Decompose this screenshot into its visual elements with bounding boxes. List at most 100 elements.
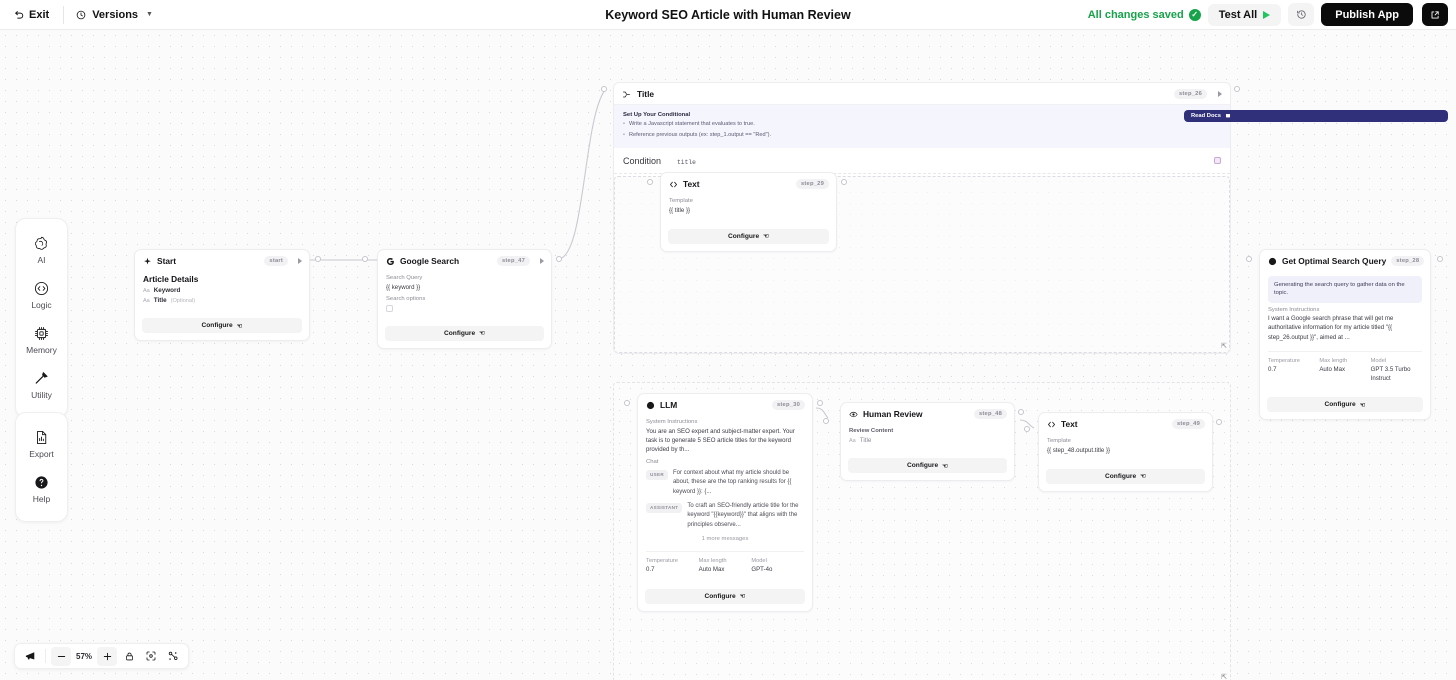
conditional-condition-row[interactable]: Condition title (614, 148, 1230, 174)
chat-role-badge: USER (646, 469, 668, 480)
llm-chat-message[interactable]: USER For context about what my article s… (646, 469, 804, 498)
versions-button[interactable]: Versions ▼ (64, 0, 165, 30)
node-llm-title: LLM (660, 400, 678, 410)
node-optimal-query-configure-button[interactable]: Configure ☜ (1267, 397, 1423, 413)
node-text-output[interactable]: Text step_49 Template {{ step_48.output.… (1038, 412, 1213, 492)
text-type-tag: Aa (849, 437, 856, 444)
run-history-button[interactable] (1288, 3, 1315, 26)
node-text-output-badge: step_49 (1172, 419, 1205, 429)
template-value[interactable]: {{ title }} (669, 206, 828, 215)
port-human-review-out-secondary[interactable] (1024, 426, 1030, 432)
zoom-out-button[interactable] (51, 646, 71, 666)
node-text-inner-badge: step_29 (796, 179, 829, 189)
port-text-inner-out[interactable] (841, 179, 847, 185)
port-conditional-out[interactable] (1234, 86, 1240, 92)
port-llm-in[interactable] (624, 400, 630, 406)
port-llm-out-secondary[interactable] (823, 418, 829, 424)
llm-params: Temperature 0.7 Max length Auto Max Mode… (646, 551, 804, 575)
tool-palette-primary: AI Logic Memory Utility (15, 218, 68, 418)
condition-label: Condition (623, 155, 662, 166)
lock-canvas-button[interactable] (119, 647, 139, 666)
plus-icon (103, 652, 111, 660)
node-human-review[interactable]: Human Review step_48 Review Content Aa T… (840, 402, 1015, 481)
node-start[interactable]: Start start Article Details Aa Keyword A… (134, 249, 310, 341)
test-all-button[interactable]: Test All (1207, 3, 1282, 26)
search-query-value[interactable]: {{ keyword }} (386, 283, 543, 292)
external-link-icon (1431, 10, 1439, 18)
cursor-click-icon: ☜ (763, 233, 769, 241)
search-options-checkbox[interactable] (386, 304, 393, 312)
palette-item-help[interactable]: Help (16, 467, 67, 512)
llm-more-messages[interactable]: 1 more messages (646, 536, 804, 542)
cursor-click-icon: ☜ (479, 330, 485, 338)
node-start-run-button[interactable] (298, 258, 302, 264)
zoom-level[interactable]: 57% (73, 652, 95, 661)
tidy-layout-button[interactable] (163, 647, 183, 666)
publish-share-button[interactable] (1422, 3, 1448, 26)
node-start-configure-button[interactable]: Configure ☜ (142, 318, 302, 333)
node-text-output-header: Text step_49 (1039, 413, 1212, 434)
condition-value[interactable]: title (677, 159, 696, 166)
template-label: Template (1047, 438, 1071, 444)
node-llm[interactable]: LLM step_30 System Instructions You are … (637, 393, 813, 612)
palette-item-export[interactable]: Export (16, 422, 67, 467)
review-content-field[interactable]: Aa Title (849, 437, 1006, 444)
node-google-search-body: Search Query {{ keyword }} Search option… (378, 275, 551, 319)
port-human-review-out[interactable] (1018, 409, 1024, 415)
node-llm-configure-button[interactable]: Configure ☜ (645, 588, 805, 604)
node-text-inner-configure-button[interactable]: Configure ☜ (668, 228, 829, 244)
port-search-out[interactable] (556, 256, 562, 262)
node-human-review-configure-button[interactable]: Configure ☜ (848, 458, 1007, 473)
system-instructions-value[interactable]: I want a Google search phrase that will … (1268, 314, 1422, 342)
fit-view-button[interactable] (141, 647, 161, 666)
start-input-keyword[interactable]: Aa Keyword (143, 287, 301, 294)
port-conditional-in[interactable] (601, 86, 607, 92)
port-search-in[interactable] (362, 256, 368, 262)
conditional-run-button[interactable] (1218, 91, 1222, 97)
read-docs-button[interactable]: Read Docs (1184, 110, 1448, 122)
publish-app-button[interactable]: Publish App (1321, 3, 1413, 26)
node-text-inner[interactable]: Text step_29 Template {{ title }} Config… (660, 172, 837, 252)
port-start-out[interactable] (315, 256, 321, 262)
port-optimal-query-in[interactable] (1246, 256, 1252, 262)
port-text-inner-in[interactable] (647, 179, 653, 185)
history-clock-icon (1296, 10, 1306, 19)
node-google-search-run-button[interactable] (540, 258, 544, 264)
lower-zone-resize-handle[interactable]: ⇱ (1221, 673, 1227, 680)
palette-item-logic[interactable]: Logic (16, 273, 67, 318)
llm-system-value[interactable]: You are an SEO expert and subject-matter… (646, 427, 804, 455)
node-optimal-query[interactable]: Get Optimal Search Query step_28 Generat… (1259, 249, 1431, 421)
conditional-badge: step_26 (1174, 89, 1207, 99)
port-llm-out[interactable] (817, 400, 823, 406)
start-input-title[interactable]: Aa Title (Optional) (143, 297, 301, 304)
palette-label-export: Export (29, 449, 54, 459)
versions-label: Versions (92, 8, 139, 21)
node-google-search-configure-button[interactable]: Configure ☜ (385, 325, 544, 341)
workflow-canvas[interactable]: AI Logic Memory Utility Export Help Star… (0, 30, 1456, 680)
openai-icon (646, 401, 655, 409)
conditional-resize-handle[interactable]: ⇱ (1221, 342, 1227, 350)
save-status-label: All changes saved (1087, 8, 1184, 21)
bullet-icon: • (623, 131, 625, 138)
palette-item-ai[interactable]: AI (16, 228, 67, 273)
palette-item-utility[interactable]: Utility (16, 363, 67, 408)
port-optimal-query-out[interactable] (1437, 256, 1443, 262)
exit-button[interactable]: Exit (0, 0, 63, 30)
node-google-search[interactable]: Google Search step_47 Search Query {{ ke… (377, 249, 552, 349)
template-value[interactable]: {{ step_48.output.title }} (1047, 446, 1204, 455)
port-text-output-out[interactable] (1216, 419, 1222, 425)
llm-chat-message[interactable]: ASSISTANT To craft an SEO-friendly artic… (646, 502, 804, 531)
node-text-output-configure-button[interactable]: Configure ☜ (1046, 468, 1205, 484)
zoom-in-button[interactable] (97, 646, 118, 666)
palette-item-memory[interactable]: Memory (16, 318, 67, 363)
param-model-label: Model (751, 558, 767, 565)
test-all-label: Test All (1218, 8, 1258, 21)
text-type-tag: Aa (143, 287, 150, 294)
condition-delete-icon[interactable] (1214, 156, 1221, 164)
conditional-hint-item-text: Write a Javascript statement that evalua… (628, 121, 755, 127)
text-code-icon (1048, 421, 1055, 427)
logic-circle-icon (34, 281, 49, 296)
feedback-button[interactable] (20, 647, 40, 666)
megaphone-icon (25, 651, 34, 660)
read-docs-label: Read Docs (1191, 113, 1221, 119)
